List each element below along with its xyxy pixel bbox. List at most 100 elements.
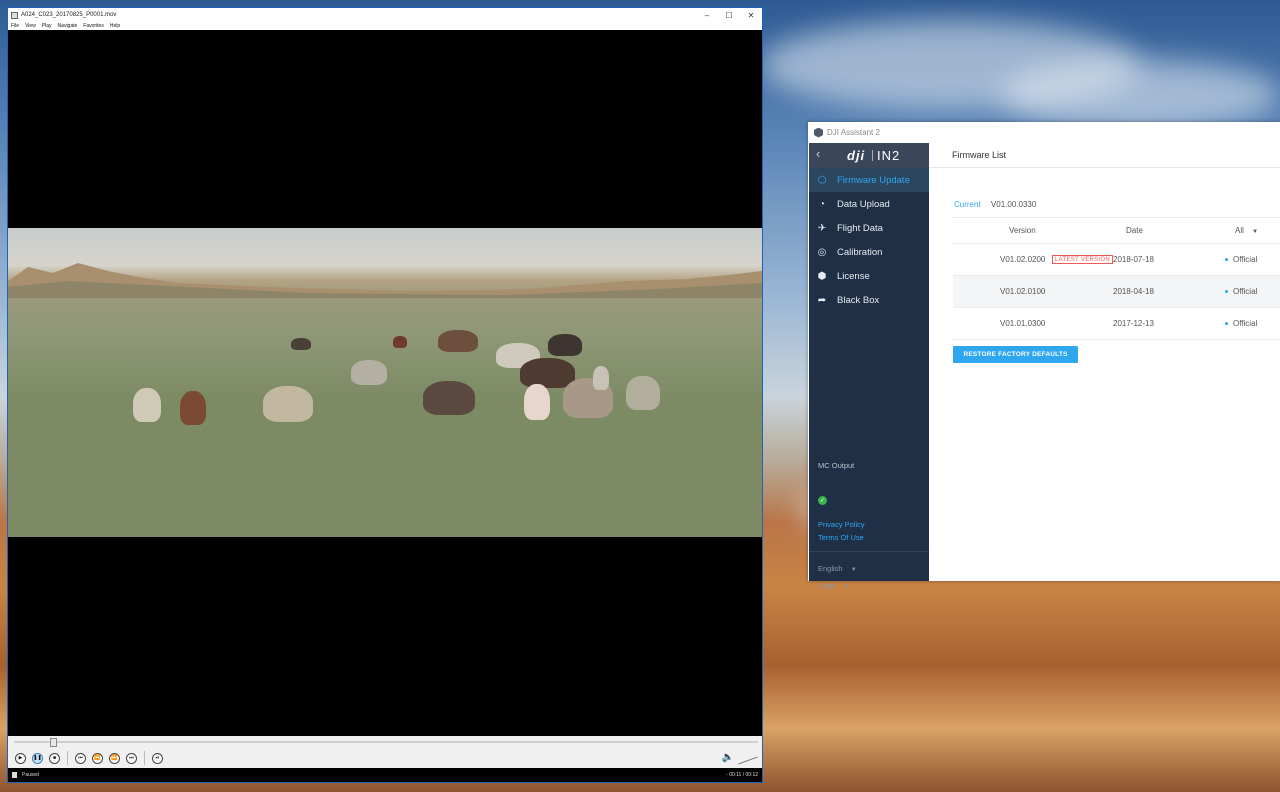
gauge-icon: ◔ — [818, 198, 826, 210]
status-dot — [1225, 322, 1228, 325]
mc-output-label: MC Output — [818, 461, 855, 470]
sidebar-item-black-box[interactable]: ➦ Black Box — [809, 288, 929, 312]
page-title: Firmware List — [929, 143, 1280, 168]
chevron-down-icon: ▼ — [850, 567, 857, 573]
dji-brand-bar: ‹ dji IN2 — [809, 143, 929, 168]
menu-help[interactable]: Help — [110, 23, 120, 29]
login-selector[interactable]: Login ▼ — [818, 581, 850, 590]
privacy-policy-link[interactable]: Privacy Policy — [818, 520, 865, 529]
media-player-window[interactable]: A024_C023_20170825_P0001.mov – ☐ ✕ File … — [7, 7, 763, 783]
controls-divider — [144, 751, 145, 765]
player-titlebar[interactable]: A024_C023_20170825_P0001.mov – ☐ ✕ — [8, 8, 762, 22]
maximize-button[interactable]: ☐ — [718, 11, 740, 20]
terms-of-use-link[interactable]: Terms Of Use — [818, 533, 864, 542]
video-horse — [133, 388, 161, 422]
device-model: IN2 — [877, 148, 901, 163]
row-type: Official — [1233, 287, 1258, 296]
seek-thumb[interactable] — [50, 738, 57, 747]
sidebar-item-label: Flight Data — [837, 222, 883, 234]
video-horse — [423, 381, 475, 415]
volume-slider[interactable] — [738, 756, 758, 765]
minimize-button[interactable]: – — [696, 11, 718, 20]
sidebar-item-label: License — [837, 270, 870, 282]
status-dot — [1225, 290, 1228, 293]
sidebar-item-calibration[interactable]: ◎ Calibration — [809, 240, 929, 264]
forward-button[interactable]: ⏩ — [109, 752, 120, 764]
license-icon: ⬢ — [817, 270, 827, 282]
menu-view[interactable]: View — [25, 23, 36, 29]
video-hills — [8, 263, 762, 298]
back-icon[interactable]: ‹ — [816, 146, 820, 161]
stop-button[interactable]: ■ — [49, 752, 60, 764]
sidebar-item-firmware-update[interactable]: ⬡ Firmware Update — [809, 168, 929, 192]
dji-app-icon — [814, 127, 823, 138]
firmware-table: Version Date All ▼ V01.02.0200 LATEST VE… — [953, 217, 1280, 340]
video-horse — [438, 330, 478, 352]
playback-time: - 00:11 / 00:12 — [726, 772, 758, 778]
menu-favorites[interactable]: Favorites — [83, 23, 104, 29]
seek-track[interactable] — [14, 741, 758, 743]
video-area[interactable] — [8, 30, 762, 736]
check-icon: ✓ — [818, 496, 827, 505]
video-horse — [524, 384, 550, 420]
dji-titlebar[interactable]: DJI Assistant 2 — [808, 122, 1280, 143]
video-horse — [180, 391, 206, 425]
video-horse — [593, 366, 609, 390]
player-status-bar: Paused - 00:11 / 00:12 — [8, 768, 762, 782]
video-horse — [351, 360, 387, 385]
row-type: Official — [1233, 319, 1258, 328]
previous-button[interactable]: ⏮ — [75, 752, 86, 764]
row-version: V01.02.0100 — [1000, 287, 1046, 296]
play-button[interactable]: ▶ — [15, 752, 26, 764]
row-date: 2017-12-13 — [1113, 319, 1154, 328]
playback-status: Paused — [22, 772, 39, 778]
language-label: English — [818, 564, 843, 573]
next-button[interactable]: ⏭ — [126, 752, 137, 764]
login-label: Login — [818, 581, 837, 590]
close-button[interactable]: ✕ — [740, 11, 762, 20]
video-horse — [291, 338, 311, 350]
table-header: Version Date All ▼ — [953, 217, 1280, 244]
player-window-title: A024_C023_20170825_P0001.mov — [21, 12, 117, 18]
video-frame[interactable] — [8, 228, 762, 537]
table-row[interactable]: V01.02.0100 2018-04-18 Official — [953, 276, 1280, 308]
player-app-icon — [11, 11, 18, 19]
sidebar-item-label: Black Box — [837, 294, 880, 306]
dji-main-panel: Firmware List Current V01.00.0330 Versio… — [929, 143, 1280, 581]
row-version: V01.01.0300 — [1000, 319, 1046, 328]
filter-dropdown[interactable]: All ▼ — [1235, 226, 1258, 235]
current-version-row: Current V01.00.0330 — [954, 200, 1036, 209]
video-horse — [263, 386, 313, 422]
sidebar-item-license[interactable]: ⬢ License — [809, 264, 929, 288]
firmware-icon: ⬡ — [817, 174, 827, 186]
dji-sidebar: ‹ dji IN2 ⬡ Firmware Update ◔ Data Uploa… — [809, 143, 929, 590]
video-horse — [548, 334, 582, 356]
share-arrow-icon: ➦ — [817, 294, 827, 306]
row-date: 2018-04-18 — [1113, 287, 1154, 296]
status-dot — [1225, 258, 1228, 261]
table-row[interactable]: V01.01.0300 2017-12-13 Official — [953, 308, 1280, 340]
wallpaper-cloud — [1000, 60, 1280, 130]
video-horse — [393, 336, 407, 348]
sidebar-item-label: Firmware Update — [837, 174, 910, 186]
dji-logo: dji — [847, 148, 866, 163]
plane-icon: ✈ — [817, 222, 827, 234]
restore-factory-defaults-button[interactable]: RESTORE FACTORY DEFAULTS — [953, 346, 1078, 363]
volume-icon[interactable]: 🔈 — [722, 752, 734, 763]
sidebar-item-data-upload[interactable]: ◔ Data Upload — [809, 192, 929, 216]
table-row[interactable]: V01.02.0200 LATEST VERSION 2018-07-18 Of… — [953, 244, 1280, 276]
sidebar-item-flight-data[interactable]: ✈ Flight Data — [809, 216, 929, 240]
menu-play[interactable]: Play — [42, 23, 52, 29]
language-selector[interactable]: English ▼ — [818, 564, 857, 573]
rewind-button[interactable]: ⏪ — [92, 752, 103, 764]
dji-assistant-window[interactable]: DJI Assistant 2 ‹ dji IN2 ⬡ Firmware Upd… — [808, 122, 1280, 590]
menu-navigate[interactable]: Navigate — [58, 23, 78, 29]
row-version: V01.02.0200 — [1000, 255, 1046, 264]
frame-step-button[interactable]: ⏯ — [152, 752, 163, 764]
seek-bar[interactable] — [8, 736, 762, 748]
column-version: Version — [1009, 226, 1036, 235]
filter-label: All — [1235, 226, 1244, 235]
menu-file[interactable]: File — [11, 23, 19, 29]
sidebar-item-label: Data Upload — [837, 198, 890, 210]
pause-button[interactable]: ❚❚ — [32, 752, 43, 764]
